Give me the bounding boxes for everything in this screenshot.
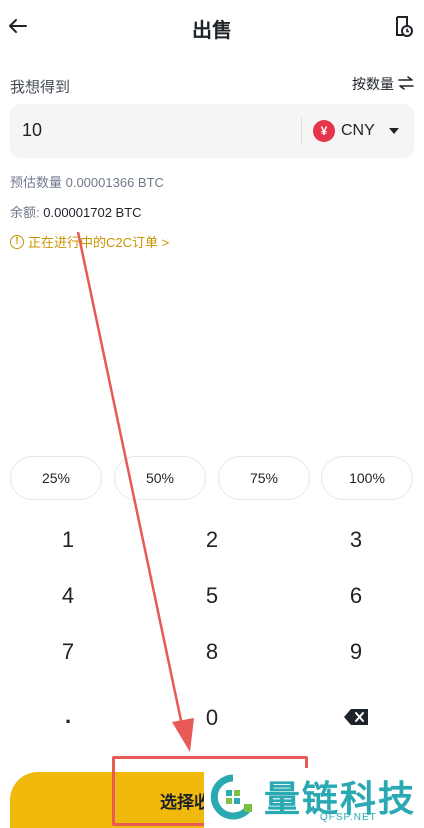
key-6[interactable]: 6 — [296, 574, 416, 618]
key-2[interactable]: 2 — [152, 518, 272, 562]
watermark: 量链科技 QFSP.NET — [204, 768, 424, 828]
backspace-key[interactable] — [296, 696, 416, 740]
percent-75-button[interactable]: 75% — [218, 456, 310, 500]
order-history-icon[interactable] — [388, 12, 416, 40]
estimated-quantity: 预估数量 0.00001366 BTC — [10, 175, 164, 190]
key-dot[interactable]: . — [8, 694, 128, 738]
page-title: 出售 — [192, 20, 232, 42]
percent-50-button[interactable]: 50% — [114, 456, 206, 500]
watermark-logo-icon — [210, 774, 252, 820]
key-7[interactable]: 7 — [8, 630, 128, 674]
backspace-icon — [344, 705, 368, 731]
key-1[interactable]: 1 — [8, 518, 128, 562]
chevron-down-icon — [388, 128, 399, 134]
by-quantity-toggle[interactable]: 按数量 — [352, 74, 414, 94]
key-8[interactable]: 8 — [152, 630, 272, 674]
header: 出售 — [0, 0, 424, 52]
key-0[interactable]: 0 — [152, 696, 272, 740]
balance-label: 余额: — [10, 205, 40, 220]
ongoing-orders-label: 正在进行中的C2C订单 > — [28, 235, 170, 250]
amount-label-row: 我想得到 按数量 — [10, 74, 414, 98]
info-icon: ! — [10, 234, 24, 249]
swap-icon — [398, 75, 414, 93]
watermark-url: QFSP.NET — [320, 812, 377, 823]
amount-input-box: ¥ CNY — [10, 104, 414, 158]
divider — [301, 118, 302, 144]
key-3[interactable]: 3 — [296, 518, 416, 562]
key-9[interactable]: 9 — [296, 630, 416, 674]
currency-label: CNY — [341, 122, 375, 139]
percent-100-button[interactable]: 100% — [321, 456, 413, 500]
ongoing-orders-link[interactable]: ! 正在进行中的C2C订单 > — [10, 232, 169, 251]
by-quantity-label: 按数量 — [352, 76, 394, 92]
key-5[interactable]: 5 — [152, 574, 272, 618]
percent-buttons: 25% 50% 75% 100% — [10, 456, 414, 500]
cny-coin-icon: ¥ — [313, 120, 335, 142]
balance: 余额: 0.00001702 BTC — [10, 202, 142, 221]
currency-select[interactable]: ¥ CNY — [313, 118, 399, 144]
percent-25-button[interactable]: 25% — [10, 456, 102, 500]
amount-input[interactable] — [22, 120, 282, 141]
balance-value: 0.00001702 BTC — [43, 205, 142, 220]
key-4[interactable]: 4 — [8, 574, 128, 618]
want-label: 我想得到 — [10, 79, 71, 96]
